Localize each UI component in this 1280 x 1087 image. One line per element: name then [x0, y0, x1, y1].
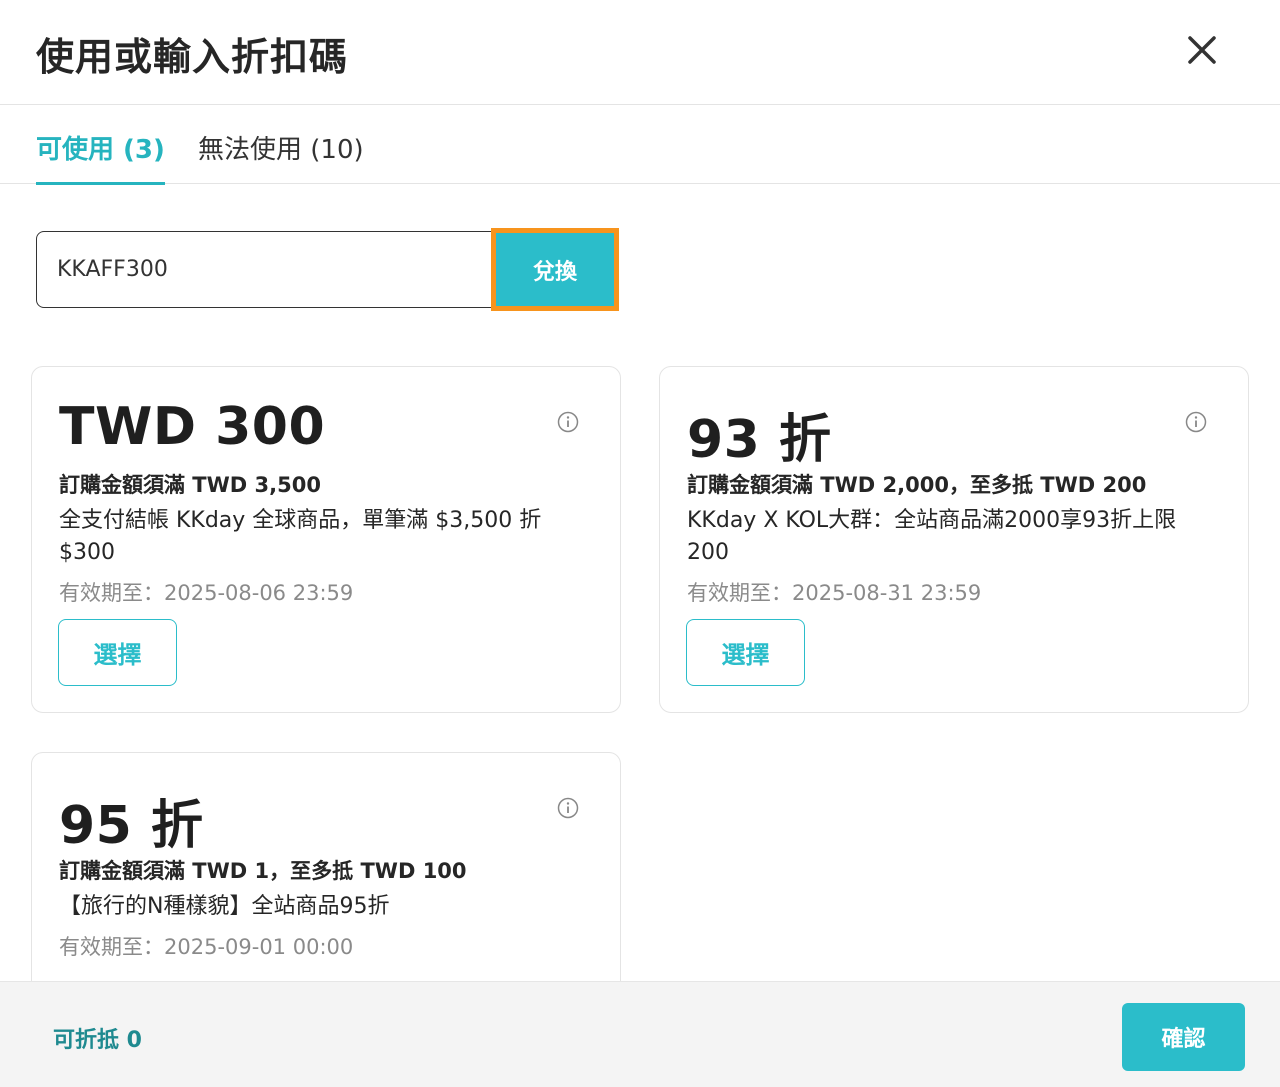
coupon-description: KKday X KOL大群：全站商品滿2000享93折上限 200: [687, 508, 1177, 565]
coupon-description: 全支付結帳 KKday 全球商品，單筆滿 $3,500 折 $300: [59, 508, 542, 565]
close-icon: [1188, 36, 1216, 64]
confirm-button[interactable]: 確認: [1122, 1003, 1245, 1071]
tab-unavailable[interactable]: 無法使用 (10): [198, 129, 364, 184]
select-button[interactable]: 選擇: [58, 619, 177, 686]
redeem-code-row: 兌換: [36, 228, 619, 311]
info-icon[interactable]: [1185, 411, 1207, 433]
tab-available[interactable]: 可使用 (3): [36, 129, 165, 185]
coupon-card: TWD 300 訂購金額須滿 TWD 3,500 全支付結帳 KKday 全球商…: [31, 366, 621, 713]
close-button[interactable]: [1178, 26, 1226, 74]
redeem-button[interactable]: 兌換: [491, 228, 619, 311]
tab-bar: 可使用 (3) 無法使用 (10): [0, 105, 1280, 185]
coupon-expiry: 有效期至：2025-08-06 23:59: [59, 581, 354, 605]
coupon-amount: TWD 300: [59, 397, 326, 457]
deductible-amount: 可折抵 0: [53, 1028, 142, 1053]
coupon-condition: 訂購金額須滿 TWD 2,000，至多抵 TWD 200: [687, 473, 1147, 497]
coupon-expiry: 有效期至：2025-09-01 00:00: [59, 935, 354, 959]
coupon-description: 【旅行的N種樣貌】全站商品95折: [59, 894, 390, 919]
info-icon[interactable]: [557, 797, 579, 819]
coupon-condition: 訂購金額須滿 TWD 3,500: [59, 473, 321, 497]
coupon-card: 93 折 訂購金額須滿 TWD 2,000，至多抵 TWD 200 KKday …: [659, 366, 1249, 713]
modal-title: 使用或輸入折扣碼: [36, 35, 349, 79]
coupon-amount: 95 折: [59, 796, 204, 856]
modal-footer: 可折抵 0 確認: [0, 981, 1280, 1087]
modal-header: 使用或輸入折扣碼: [0, 0, 1280, 105]
info-icon[interactable]: [557, 411, 579, 433]
coupon-condition: 訂購金額須滿 TWD 1，至多抵 TWD 100: [59, 859, 467, 883]
select-button[interactable]: 選擇: [686, 619, 805, 686]
coupon-expiry: 有效期至：2025-08-31 23:59: [687, 581, 982, 605]
coupon-code-input[interactable]: [36, 231, 506, 308]
coupon-amount: 93 折: [687, 410, 832, 470]
coupon-modal: 使用或輸入折扣碼 可使用 (3) 無法使用 (10) 兌換 TWD 300 訂購…: [0, 0, 1280, 1087]
